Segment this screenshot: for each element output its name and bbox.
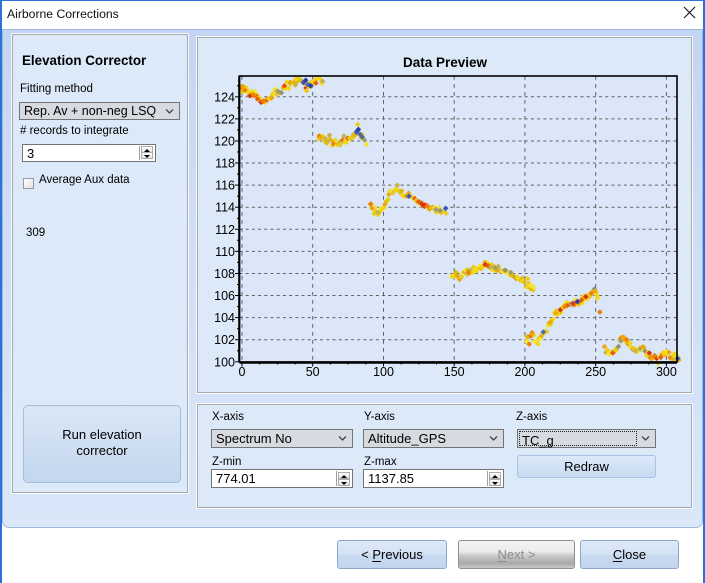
svg-text:50: 50 — [306, 365, 320, 379]
svg-text:104: 104 — [214, 311, 235, 325]
svg-text:108: 108 — [214, 267, 235, 281]
svg-text:110: 110 — [215, 245, 235, 259]
svg-text:122: 122 — [214, 112, 235, 126]
svg-text:100: 100 — [214, 355, 235, 369]
svg-text:106: 106 — [214, 289, 235, 303]
svg-text:150: 150 — [444, 365, 465, 379]
svg-text:114: 114 — [215, 201, 235, 215]
svg-text:118: 118 — [215, 157, 235, 171]
svg-text:124: 124 — [214, 90, 235, 104]
svg-text:Data Preview: Data Preview — [403, 55, 488, 70]
svg-text:102: 102 — [214, 333, 235, 347]
svg-text:200: 200 — [514, 365, 535, 379]
svg-text:120: 120 — [214, 135, 235, 149]
svg-text:0: 0 — [239, 365, 246, 379]
svg-text:300: 300 — [656, 365, 677, 379]
svg-text:100: 100 — [373, 365, 394, 379]
svg-text:116: 116 — [215, 179, 235, 193]
svg-text:250: 250 — [585, 365, 606, 379]
svg-text:112: 112 — [215, 223, 235, 237]
